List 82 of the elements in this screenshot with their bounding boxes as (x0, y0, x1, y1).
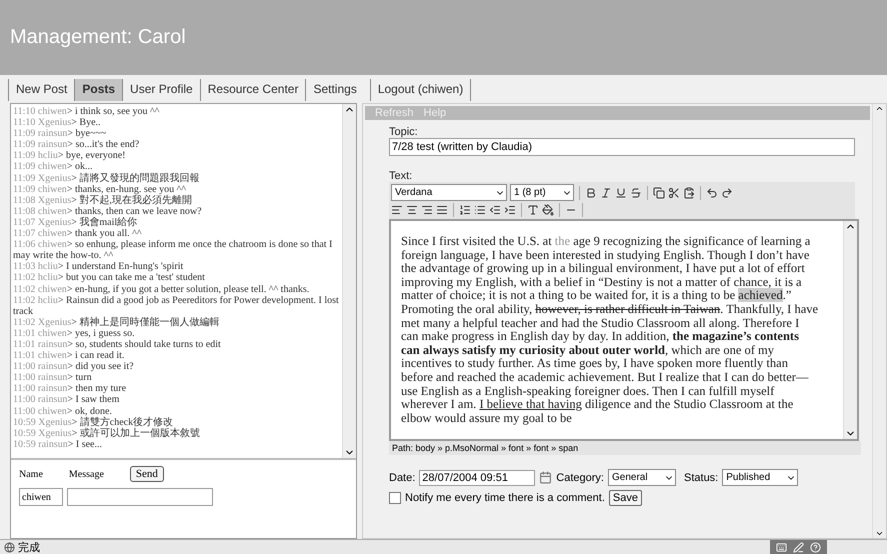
chat-message: 11:02 hcliu> Rainsun did a good job as Peereditors for Power development. I lost track (13, 294, 340, 317)
chat-message: 11:09 rainsun> so...it's the end? (13, 139, 140, 150)
topic-field[interactable]: 7/28 test (written by Claudia) (389, 138, 855, 156)
chat-message: 11:02 chiwen> en-hung, if you got a better solution, please tell. ^^ thanks. (13, 284, 310, 294)
page-icon (4, 542, 15, 552)
paint-bucket-icon[interactable] (542, 204, 554, 216)
chat-message: 11:00 rainsun> I saw them (13, 394, 120, 406)
italic-icon[interactable] (600, 186, 612, 198)
chat-message: 10:59 rainsun> I see... (13, 438, 103, 450)
pen-icon[interactable] (793, 542, 804, 552)
send-button[interactable]: Send (130, 466, 164, 482)
chat-message: 11:00 rainsun> did you see it? (13, 361, 135, 372)
paste-icon[interactable] (683, 186, 695, 198)
chat-message: 10:59 Xgenius> 或許可以加上一個版本敘號 (13, 428, 201, 439)
numbered-list-icon[interactable] (459, 204, 471, 216)
scrollbar[interactable] (843, 221, 857, 439)
chat-message: 11:09 hcliu> bye, everyone! (13, 150, 126, 162)
nav-tab[interactable]: Posts (74, 79, 122, 101)
keyboard-icon[interactable] (776, 542, 787, 552)
chat-message: 11:07 chiwen> thank you all. ^^ (13, 228, 143, 240)
outdent-icon[interactable] (489, 204, 501, 216)
message-field[interactable] (67, 488, 213, 506)
chat-message: 11:08 Xgenius> 對不起,現在我必須先離開 (13, 194, 193, 206)
bold-icon[interactable] (585, 186, 597, 198)
redo-icon[interactable] (721, 186, 733, 198)
chat-message: 11:01 rainsun> so, students should take turns to edit (13, 338, 222, 350)
chat-message: 11:10 chiwen> i think so, see you ^^ (13, 106, 160, 118)
chat-message: 11:09 rainsun> bye~~~ (13, 128, 108, 140)
cut-icon[interactable] (668, 186, 680, 198)
align-left-icon[interactable] (391, 204, 403, 216)
page-title: Management: Carol (10, 26, 186, 49)
strikethrough-icon[interactable] (630, 186, 642, 198)
status-select[interactable]: Published (722, 469, 798, 486)
nav-tab[interactable]: Resource Center (200, 79, 306, 101)
date-label: Date: (389, 472, 416, 484)
align-right-icon[interactable] (421, 204, 433, 216)
scroll-up-icon[interactable] (875, 104, 884, 113)
chat-message: 11:00 chiwen> ok, done. (13, 406, 113, 417)
status-label: Status: (684, 472, 718, 484)
category-label: Category: (556, 472, 604, 484)
chat-message: 11:09 Xgenius> 請將又發現的問題跟我回報 (13, 172, 200, 184)
chat-message: 11:02 Xgenius> 精神上是同時僅能一個人做編輯 (13, 316, 220, 328)
category-select[interactable]: General (608, 469, 676, 486)
calendar-icon[interactable] (539, 471, 552, 484)
scroll-down-icon[interactable] (875, 529, 884, 538)
notify-checkbox[interactable] (389, 492, 401, 504)
chat-message: 11:09 chiwen> ok... (13, 161, 94, 172)
chat-message: 11:00 rainsun> turn (13, 372, 93, 384)
status-text: 完成 (18, 540, 40, 554)
message-label: Message (68, 468, 104, 480)
underline-icon[interactable] (615, 186, 627, 198)
text-color-icon[interactable] (527, 204, 539, 216)
text-label: Text: (389, 170, 414, 182)
notify-label: Notify me every time there is a comment. (405, 492, 605, 504)
indent-icon[interactable] (504, 204, 516, 216)
name-label: Name (19, 468, 43, 480)
topic-label: Topic: (389, 126, 419, 138)
chat-message: 11:10 Xgenius> Bye.. (13, 117, 102, 128)
size-select[interactable]: 1 (8 pt) (510, 184, 574, 201)
chat-message: 11:02 hcliu> but you can take me a 'test' student (13, 272, 206, 284)
chat-message: 11:08 chiwen> thanks, then can we leave now? (13, 206, 203, 217)
chat-message: 11:00 rainsun> then my ture (13, 383, 128, 394)
date-field[interactable]: 28/07/2004 09:51 (419, 470, 536, 486)
chat-message: 10:59 Xgenius> 請雙方check後才修改 (13, 416, 174, 428)
save-button[interactable]: Save (608, 490, 642, 506)
scrollbar[interactable] (342, 104, 356, 458)
font-select[interactable]: Verdana (391, 184, 507, 201)
undo-icon[interactable] (706, 186, 718, 198)
name-field[interactable]: chiwen (19, 488, 63, 506)
nav-tab[interactable]: New Post (8, 79, 74, 101)
align-center-icon[interactable] (406, 204, 418, 216)
chat-message: 11:01 chiwen> yes, i guess so. (13, 328, 136, 339)
chat-message: 11:07 Xgenius> 我會mail給你 (13, 216, 138, 228)
help-icon[interactable] (810, 542, 821, 552)
chat-message: 11:06 chiwen> so enhung, please inform me once the chatroom is done so that I may write the how-to. ^^ (13, 239, 334, 262)
chat-message: 11:03 hcliu> I understand En-hung's 'spirit (13, 261, 184, 272)
nav-tab[interactable]: Logout (chiwen) (370, 79, 472, 101)
chat-message: 11:09 chiwen> thanks, en-hung. see you ^^ (13, 184, 187, 195)
element-path: Path: body » p.MsoNormal » font » font » span (389, 441, 861, 455)
chat-message: 11:01 chiwen> i can read it. (13, 350, 126, 362)
justify-icon[interactable] (436, 204, 448, 216)
copy-icon[interactable] (653, 186, 665, 198)
